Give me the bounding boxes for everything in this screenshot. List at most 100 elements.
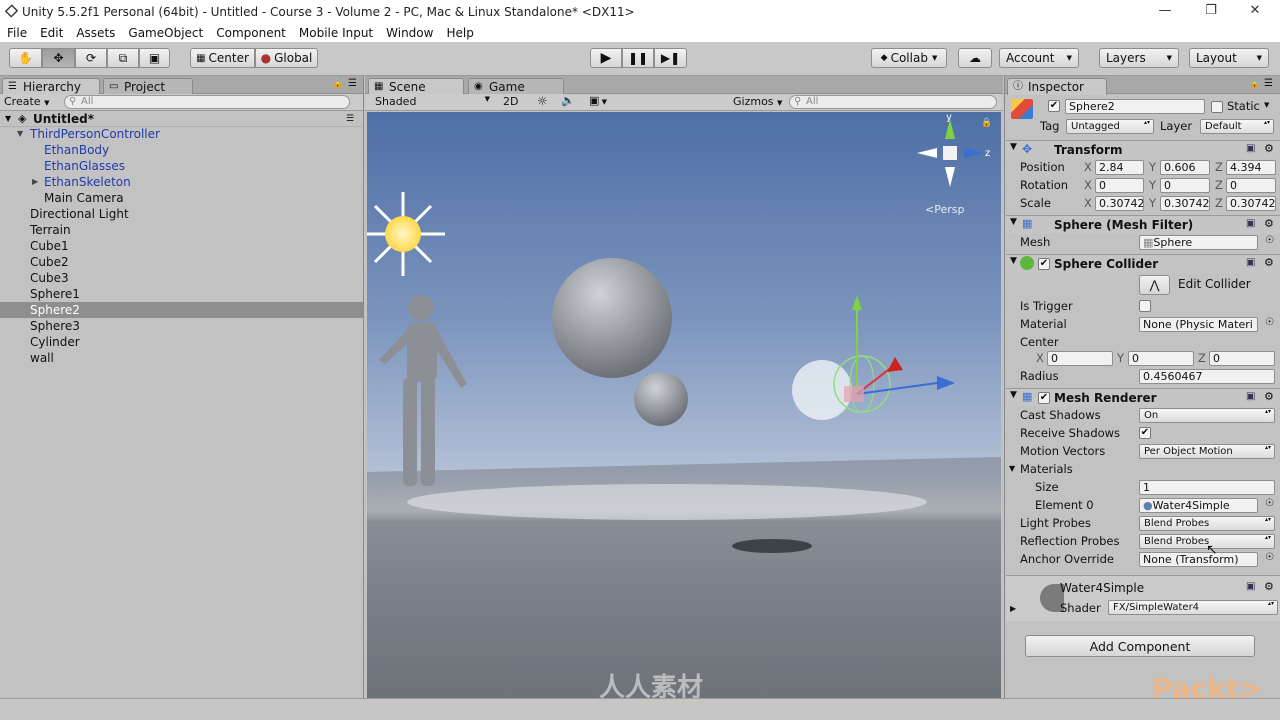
shader-dropdown[interactable]: FX/SimpleWater4 <box>1108 600 1278 615</box>
rotation-z-field[interactable]: 0 <box>1226 178 1276 193</box>
edit-collider-button[interactable]: ⋀ <box>1139 275 1170 295</box>
radius-field[interactable]: 0.4560467 <box>1139 369 1275 384</box>
list-item[interactable]: EthanBody <box>0 142 363 158</box>
tag-dropdown[interactable]: Untagged <box>1066 119 1154 134</box>
element0-field[interactable]: ●Water4Simple <box>1139 498 1258 513</box>
mesh-field[interactable]: ▦Sphere <box>1139 235 1258 250</box>
list-item[interactable]: Terrain <box>0 222 363 238</box>
help-icon[interactable]: ▣ <box>1246 218 1255 229</box>
mesh-filter-header[interactable]: ▼ ▦ Sphere (Mesh Filter) ▣ ⚙ <box>1006 215 1280 234</box>
list-item[interactable]: Cylinder <box>0 334 363 350</box>
position-z-field[interactable]: 4.394 <box>1226 160 1276 175</box>
menu-window[interactable]: Window <box>379 26 439 40</box>
rotation-x-field[interactable]: 0 <box>1095 178 1144 193</box>
chevron-down-icon[interactable]: ▼ <box>1010 390 1017 400</box>
menu-gameobject[interactable]: GameObject <box>121 26 209 40</box>
object-picker-icon[interactable]: ☉ <box>1265 552 1274 563</box>
chevron-down-icon[interactable]: ▼ <box>1010 217 1017 227</box>
close-icon[interactable]: ✕ <box>1232 0 1278 23</box>
tab-hierarchy[interactable]: ☰ Hierarchy <box>2 78 100 95</box>
rotation-y-field[interactable]: 0 <box>1160 178 1210 193</box>
sphere-collider-header[interactable]: ▼ ✔ Sphere Collider ▣ ⚙ <box>1006 254 1280 273</box>
list-item[interactable]: wall <box>0 350 363 366</box>
list-item[interactable]: Directional Light <box>0 206 363 222</box>
panel-menu-icon[interactable]: ☰ <box>1264 78 1273 89</box>
play-button[interactable]: ▶ <box>590 48 622 68</box>
physic-material-field[interactable]: None (Physic Materi <box>1139 317 1258 332</box>
lighting-icon[interactable]: ☼ <box>537 94 548 108</box>
help-icon[interactable]: ▣ <box>1246 143 1255 154</box>
mesh-renderer-header[interactable]: ▼ ▦ ✔ Mesh Renderer ▣ ⚙ <box>1006 388 1280 407</box>
2d-toggle[interactable]: 2D <box>503 95 518 108</box>
receive-shadows-checkbox[interactable]: ✔ <box>1139 427 1151 439</box>
collider-enabled-checkbox[interactable]: ✔ <box>1038 258 1050 270</box>
center-y-field[interactable]: 0 <box>1128 351 1194 366</box>
tab-scene[interactable]: ▦ Scene <box>368 78 464 95</box>
object-picker-icon[interactable]: ☉ <box>1265 317 1274 328</box>
chevron-right-icon[interactable]: ▶ <box>1010 604 1016 613</box>
chevron-down-icon[interactable]: ▼ <box>1010 142 1017 152</box>
list-item[interactable]: Cube3 <box>0 270 363 286</box>
light-probes-dropdown[interactable]: Blend Probes <box>1139 516 1275 531</box>
list-item[interactable]: Cube2 <box>0 254 363 270</box>
help-icon[interactable]: ▣ <box>1246 581 1255 592</box>
gear-icon[interactable]: ⚙ <box>1264 580 1274 593</box>
rect-tool-button[interactable]: ▣ <box>139 48 170 68</box>
transform-header[interactable]: ▼ ✥ Transform ▣ ⚙ <box>1006 140 1280 159</box>
scale-tool-button[interactable]: ⧉ <box>107 48 139 68</box>
maximize-icon[interactable]: ❐ <box>1188 0 1234 23</box>
list-item[interactable]: ▼ ThirdPersonController <box>0 126 363 142</box>
scale-x-field[interactable]: 0.30742 <box>1095 196 1144 211</box>
scale-z-field[interactable]: 0.30742 <box>1226 196 1276 211</box>
motion-vectors-dropdown[interactable]: Per Object Motion <box>1139 444 1275 459</box>
collab-button[interactable]: ◆ Collab ▼ <box>871 48 947 68</box>
cast-shadows-dropdown[interactable]: On <box>1139 408 1275 423</box>
chevron-down-icon[interactable]: ▼ <box>1010 256 1017 266</box>
is-trigger-checkbox[interactable] <box>1139 300 1151 312</box>
layers-dropdown[interactable]: Layers ▼ <box>1099 48 1179 68</box>
list-item-selected[interactable]: Sphere2 <box>0 302 363 318</box>
menu-mobile-input[interactable]: Mobile Input <box>292 26 379 40</box>
object-picker-icon[interactable]: ☉ <box>1265 498 1274 509</box>
gear-icon[interactable]: ⚙ <box>1264 256 1274 269</box>
layout-dropdown[interactable]: Layout ▼ <box>1189 48 1269 68</box>
help-icon[interactable]: ▣ <box>1246 257 1255 268</box>
add-component-button[interactable]: Add Component <box>1025 635 1255 657</box>
object-name-field[interactable]: Sphere2 <box>1065 99 1205 114</box>
shading-dropdown[interactable]: Shaded ▼ <box>375 95 490 108</box>
gear-icon[interactable]: ⚙ <box>1264 142 1274 155</box>
gear-icon[interactable]: ⚙ <box>1264 390 1274 403</box>
lock-icon[interactable]: 🔒 <box>332 79 343 89</box>
effects-icon[interactable]: ▣ ▼ <box>589 94 607 107</box>
chevron-down-icon[interactable]: ▼ <box>1264 101 1269 109</box>
materials-size-field[interactable]: 1 <box>1139 480 1275 495</box>
menu-help[interactable]: Help <box>439 26 479 40</box>
hand-tool-button[interactable]: ✋ <box>9 48 42 68</box>
pause-button[interactable]: ❚❚ <box>622 48 654 68</box>
menu-file[interactable]: File <box>0 26 33 40</box>
lock-icon[interactable]: 🔒 <box>981 118 992 128</box>
scene-search-input[interactable]: ⚲ All <box>789 95 997 109</box>
step-button[interactable]: ▶❚ <box>654 48 687 68</box>
object-picker-icon[interactable]: ☉ <box>1265 235 1274 246</box>
list-item[interactable]: EthanGlasses <box>0 158 363 174</box>
position-x-field[interactable]: 2.84 <box>1095 160 1144 175</box>
chevron-down-icon[interactable]: ▼ <box>17 126 23 142</box>
menu-assets[interactable]: Assets <box>69 26 121 40</box>
renderer-enabled-checkbox[interactable]: ✔ <box>1038 392 1050 404</box>
help-icon[interactable]: ▣ <box>1246 391 1255 402</box>
chevron-right-icon[interactable]: ▶ <box>32 174 38 190</box>
lock-icon[interactable]: 🔒 <box>1249 79 1260 89</box>
pivot-center-button[interactable]: ▦ Center <box>190 48 255 68</box>
tab-game[interactable]: ◉ Game <box>468 78 564 95</box>
center-z-field[interactable]: 0 <box>1209 351 1275 366</box>
list-item[interactable]: Cube1 <box>0 238 363 254</box>
chevron-down-icon[interactable]: ▼ <box>5 111 11 127</box>
menu-component[interactable]: Component <box>209 26 292 40</box>
scale-y-field[interactable]: 0.30742 <box>1160 196 1210 211</box>
gear-icon[interactable]: ⚙ <box>1264 217 1274 230</box>
audio-icon[interactable]: 🔈 <box>561 94 575 107</box>
gizmos-dropdown[interactable]: Gizmos ▼ <box>733 95 782 108</box>
tab-project[interactable]: ▭ Project <box>103 78 193 95</box>
anchor-override-field[interactable]: None (Transform) <box>1139 552 1258 567</box>
